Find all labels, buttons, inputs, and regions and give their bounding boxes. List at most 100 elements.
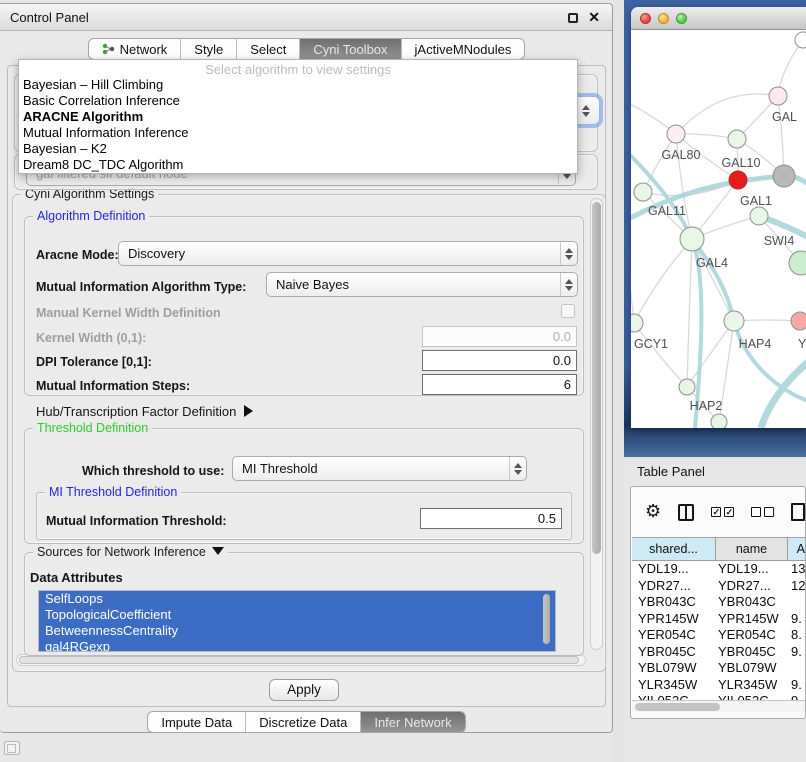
network-window-titlebar[interactable] <box>631 7 806 30</box>
network-edges-teal <box>631 148 806 428</box>
table-row[interactable]: YDR27... YDR27... 12 <box>632 578 806 595</box>
combo-stepper-icon <box>560 242 577 265</box>
node-label: SWI4 <box>764 234 795 248</box>
close-icon[interactable]: ✕ <box>588 9 600 26</box>
threshold-definition-title: Threshold Definition <box>33 421 152 435</box>
scrollbar-thumb[interactable] <box>592 202 601 554</box>
manual-kernel-label: Manual Kernel Width Definition <box>36 306 221 320</box>
node-label: GAL11 <box>648 204 686 218</box>
column-header-shared[interactable]: shared... <box>632 537 716 561</box>
minimize-traffic-light[interactable] <box>658 13 669 24</box>
tab-impute-data[interactable]: Impute Data <box>148 712 245 732</box>
table-row[interactable]: YBL079W YBL079W <box>632 660 806 677</box>
checked-box-icon: ✓ <box>724 507 734 517</box>
hub-definition-toggle[interactable]: Hub/Transcription Factor Definition <box>36 404 253 419</box>
screen: { "window": { "title": "Control Panel" }… <box>0 0 806 762</box>
panel-title: Control Panel <box>10 10 89 25</box>
table-row[interactable]: YBR045C YBR045C 9. <box>632 644 806 661</box>
collapse-down-icon <box>212 547 224 555</box>
export-table-icon[interactable] <box>791 503 805 521</box>
node-label: GCY1 <box>634 337 668 351</box>
scrollbar-thumb[interactable] <box>635 703 720 711</box>
tab-discretize-data[interactable]: Discretize Data <box>245 712 360 732</box>
attribute-item[interactable]: SelfLoops <box>39 591 555 607</box>
table-panel-title: Table Panel <box>637 464 705 479</box>
attribute-item[interactable]: TopologicalCoefficient <box>39 607 555 623</box>
node-label: GAL1 <box>740 194 772 208</box>
mi-steps-label: Mutual Information Steps: <box>36 379 190 393</box>
mi-threshold-input[interactable] <box>420 508 562 529</box>
table-row[interactable]: YER054C YER054C 8. <box>632 627 806 644</box>
tab-style[interactable]: Style <box>180 39 236 59</box>
apply-button[interactable]: Apply <box>269 679 339 701</box>
tab-jactivemnodules[interactable]: jActiveMNodules <box>401 39 525 59</box>
algorithm-dropdown: Select algorithm to view settings Bayesi… <box>18 59 578 174</box>
settings-vertical-scrollbar[interactable] <box>590 198 603 650</box>
algorithm-definition-title: Algorithm Definition <box>33 209 149 223</box>
table-panel: ⚙ ✓ ✓ shared... name A YDL19... YDL19...… <box>630 486 806 719</box>
aracne-mode-combo[interactable]: Discovery <box>118 241 578 266</box>
dropdown-item[interactable]: Bayesian – K2 <box>19 141 577 157</box>
table-horizontal-scrollbar[interactable] <box>632 700 805 712</box>
table-row[interactable]: YBR043C YBR043C <box>632 594 806 611</box>
attribute-item[interactable]: gal4RGexp <box>39 639 555 652</box>
panel-splitter[interactable] <box>613 0 624 762</box>
control-panel-window: Control Panel ✕ Network Style Select Cyn… <box>0 3 613 733</box>
dropdown-item[interactable]: Bayesian – Hill Climbing <box>19 77 577 93</box>
tab-infer-network[interactable]: Infer Network <box>360 712 464 732</box>
close-traffic-light[interactable] <box>640 13 651 24</box>
deselect-all-columns-icon[interactable] <box>751 507 774 517</box>
node-label: HAP2 <box>690 399 723 413</box>
tab-select[interactable]: Select <box>236 39 299 59</box>
combo-stepper-icon <box>560 273 577 296</box>
attribute-item[interactable]: BetweennessCentrality <box>39 623 555 639</box>
node-label: GAL <box>772 110 797 124</box>
select-all-columns-icon[interactable]: ✓ ✓ <box>711 507 734 517</box>
checked-box-icon: ✓ <box>711 507 721 517</box>
dropdown-item[interactable]: Basic Correlation Inference <box>19 93 577 109</box>
kernel-width-label: Kernel Width (0,1): <box>36 331 146 345</box>
node-label: GAL10 <box>722 156 761 170</box>
zoom-traffic-light[interactable] <box>676 13 687 24</box>
column-header-name[interactable]: name <box>716 537 788 561</box>
dpi-tolerance-label: DPI Tolerance [0,1]: <box>36 355 152 369</box>
columns-icon[interactable] <box>678 504 694 521</box>
mi-threshold-group-title: MI Threshold Definition <box>45 485 181 499</box>
dropdown-placeholder: Select algorithm to view settings <box>19 60 577 77</box>
column-header-partial[interactable]: A <box>788 537 806 561</box>
table-row[interactable]: YPR145W YPR145W 9. <box>632 611 806 628</box>
dropdown-item[interactable]: Mutual Information Inference <box>19 125 577 141</box>
node-label: GAL4 <box>696 256 728 270</box>
mi-steps-input[interactable] <box>422 374 577 395</box>
tab-cyni-toolbox[interactable]: Cyni Toolbox <box>299 39 400 59</box>
mi-threshold-label: Mutual Information Threshold: <box>46 514 227 528</box>
float-window-icon[interactable] <box>568 13 578 23</box>
table-row[interactable]: YLR345W YLR345W 9. <box>632 677 806 694</box>
mi-type-label: Mutual Information Algorithm Type: <box>36 280 246 294</box>
scrollbar-thumb[interactable] <box>19 656 579 664</box>
which-threshold-combo[interactable]: MI Threshold <box>232 456 527 481</box>
mi-type-combo[interactable]: Naive Bayes <box>266 272 578 297</box>
gear-icon[interactable]: ⚙ <box>645 502 661 522</box>
manual-kernel-checkbox[interactable] <box>561 304 575 318</box>
dpi-tolerance-input[interactable] <box>422 350 577 371</box>
combo-stepper-icon <box>509 457 526 480</box>
tab-network[interactable]: Network <box>89 39 181 59</box>
table-row[interactable]: YDL19... YDL19... 13 <box>632 561 806 578</box>
tab-label: Network <box>120 39 168 60</box>
network-node-labels: GAL GAL80 GAL10 GAL1 GAL11 SWI4 GAL4 GCY… <box>634 110 806 413</box>
kernel-width-input[interactable] <box>422 326 577 347</box>
table-toolbar: ⚙ ✓ ✓ <box>631 499 805 525</box>
attribute-list-scrollbar[interactable] <box>541 592 552 650</box>
control-panel-titlebar: Control Panel ✕ <box>0 4 612 31</box>
restore-panel-icon[interactable] <box>4 741 20 755</box>
sources-group-title[interactable]: Sources for Network Inference <box>33 545 228 559</box>
dropdown-item-aracne[interactable]: ARACNE Algorithm <box>19 109 577 125</box>
bottom-tab-bar: Impute Data Discretize Data Infer Networ… <box>0 711 613 733</box>
dropdown-item[interactable]: Dream8 DC_TDC Algorithm <box>19 157 577 173</box>
scrollbar-thumb[interactable] <box>543 594 550 644</box>
unchecked-box-icon <box>764 507 774 517</box>
network-canvas[interactable]: GAL GAL80 GAL10 GAL1 GAL11 SWI4 GAL4 GCY… <box>631 30 806 428</box>
network-view-window: GAL GAL80 GAL10 GAL1 GAL11 SWI4 GAL4 GCY… <box>631 7 806 428</box>
collapse-right-icon <box>244 405 253 417</box>
